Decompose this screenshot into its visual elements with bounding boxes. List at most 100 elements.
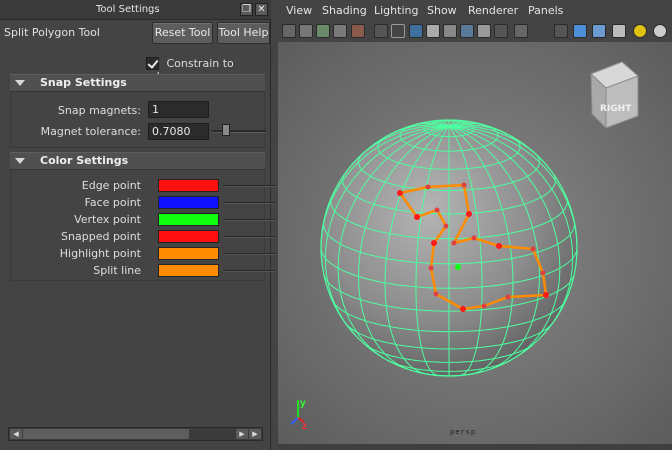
collapse-arrow-icon bbox=[15, 80, 25, 86]
image-plane-icon[interactable] bbox=[333, 24, 347, 38]
axis-x-line bbox=[290, 417, 299, 425]
grid-icon[interactable] bbox=[374, 24, 388, 38]
vertex-point-label: Vertex point bbox=[74, 213, 141, 226]
highlight-point-slider[interactable] bbox=[223, 253, 276, 255]
checker-icon[interactable] bbox=[612, 24, 626, 38]
vertex-point-slider[interactable] bbox=[223, 219, 276, 221]
split-edge-point bbox=[460, 306, 466, 312]
color-settings-title: Color Settings bbox=[40, 154, 129, 167]
split-edge-point bbox=[434, 207, 440, 213]
viewport-panel: View Shading Lighting Show Renderer Pane… bbox=[278, 0, 672, 450]
split-edge-point bbox=[481, 303, 487, 309]
wireframe-icon[interactable] bbox=[409, 24, 423, 38]
axis-z-label: z bbox=[302, 421, 307, 432]
split-edge-point bbox=[466, 211, 472, 217]
magnet-tolerance-label: Magnet tolerance: bbox=[40, 125, 141, 138]
edge-point-slider[interactable] bbox=[223, 185, 276, 187]
magnet-tolerance-slider[interactable] bbox=[212, 130, 266, 133]
menu-shading[interactable]: Shading bbox=[322, 4, 367, 17]
split-edge-point bbox=[505, 294, 511, 300]
xray-icon[interactable] bbox=[514, 24, 528, 38]
face-point-slider[interactable] bbox=[223, 202, 276, 204]
reset-tool-button[interactable]: Reset Tool bbox=[152, 22, 213, 44]
split-edge-point bbox=[461, 182, 467, 188]
face-point-label: Face point bbox=[84, 196, 141, 209]
snapped-point-label: Snapped point bbox=[61, 230, 141, 243]
split-edge-point bbox=[397, 190, 403, 196]
textured-icon[interactable] bbox=[460, 24, 474, 38]
menu-panels[interactable]: Panels bbox=[528, 4, 563, 17]
scroll-right-icon[interactable]: ▶ bbox=[236, 429, 248, 439]
highlight-point-swatch[interactable] bbox=[158, 247, 219, 260]
snapped-point-slider[interactable] bbox=[223, 236, 276, 238]
tool-settings-panel: Tool Settings ❐ ✕ Split Polygon Tool Res… bbox=[0, 0, 276, 450]
menu-view[interactable]: View bbox=[286, 4, 312, 17]
isolate-select-icon[interactable] bbox=[554, 24, 568, 38]
snap-magnets-field[interactable]: 1 bbox=[148, 101, 209, 118]
split-edge-point bbox=[530, 246, 536, 252]
split-line-slider[interactable] bbox=[223, 270, 276, 272]
color-settings-header[interactable]: Color Settings bbox=[10, 152, 265, 170]
scene-canvas[interactable]: yz bbox=[278, 42, 672, 444]
film-gate-icon[interactable] bbox=[391, 24, 405, 38]
split-edge-point bbox=[433, 291, 439, 297]
edge-point-label: Edge point bbox=[81, 179, 141, 192]
wireframe-on-shaded-icon[interactable] bbox=[443, 24, 457, 38]
light-icon[interactable] bbox=[633, 24, 647, 38]
split-edge-point bbox=[431, 240, 437, 246]
snap-magnets-label: Snap magnets: bbox=[57, 104, 141, 117]
axis-y-label: y bbox=[300, 398, 306, 409]
smooth-shade-icon[interactable] bbox=[426, 24, 440, 38]
shadows-icon[interactable] bbox=[494, 24, 508, 38]
viewport-menubar: View Shading Lighting Show Renderer Pane… bbox=[278, 0, 672, 20]
sphere-icon[interactable] bbox=[653, 24, 667, 38]
split-edge-point bbox=[543, 292, 549, 298]
menu-show[interactable]: Show bbox=[427, 4, 457, 17]
tool-settings-title: Tool Settings bbox=[96, 4, 160, 15]
edge-point-swatch[interactable] bbox=[158, 179, 219, 192]
scroll-right-end-icon[interactable]: ▶ bbox=[249, 429, 261, 439]
camera-name-label: persp bbox=[450, 428, 477, 436]
viewport-toolbar bbox=[278, 20, 672, 42]
horizontal-scrollbar[interactable]: ◀ ▶ ▶ bbox=[8, 427, 263, 441]
tool-help-button[interactable]: Tool Help bbox=[217, 22, 270, 44]
split-edge-point bbox=[451, 240, 457, 246]
magnet-tolerance-field[interactable]: 0.7080 bbox=[148, 123, 209, 140]
face-point-swatch[interactable] bbox=[158, 196, 219, 209]
menu-renderer[interactable]: Renderer bbox=[468, 4, 518, 17]
viewcube-label: RIGHT bbox=[600, 104, 632, 114]
split-edge-point bbox=[425, 184, 431, 190]
split-edge-point bbox=[443, 223, 449, 229]
xray-joints-icon[interactable] bbox=[573, 24, 587, 38]
vertex-point-swatch[interactable] bbox=[158, 213, 219, 226]
split-vertex-point bbox=[455, 264, 461, 270]
constrain-to-edges-checkbox[interactable] bbox=[146, 56, 159, 70]
camera-attributes-icon[interactable] bbox=[299, 24, 313, 38]
snap-settings-header[interactable]: Snap Settings bbox=[10, 74, 265, 92]
menu-lighting[interactable]: Lighting bbox=[374, 4, 418, 17]
split-edge-point bbox=[540, 270, 546, 276]
split-edge-point bbox=[471, 235, 477, 241]
scrollbar-thumb[interactable] bbox=[23, 429, 189, 439]
color-settings-body: Edge point Face point Vertex point Snapp… bbox=[10, 170, 276, 281]
float-window-icon[interactable]: ❐ bbox=[240, 3, 253, 16]
select-camera-icon[interactable] bbox=[282, 24, 296, 38]
split-edge-point bbox=[428, 265, 434, 271]
split-edge-point bbox=[414, 214, 420, 220]
snap-settings-body: Snap magnets: 1 Magnet tolerance: 0.7080 bbox=[10, 92, 266, 148]
bookmark-icon[interactable] bbox=[316, 24, 330, 38]
split-line-swatch[interactable] bbox=[158, 264, 219, 277]
scroll-left-icon[interactable]: ◀ bbox=[10, 429, 22, 439]
tool-settings-titlebar: Tool Settings ❐ ✕ bbox=[0, 0, 271, 20]
2d-pan-zoom-icon[interactable] bbox=[351, 24, 365, 38]
snapped-point-swatch[interactable] bbox=[158, 230, 219, 243]
perspective-view[interactable]: yz RIGHT persp bbox=[278, 42, 672, 444]
hud-icon[interactable] bbox=[592, 24, 606, 38]
tool-name-label: Split Polygon Tool bbox=[4, 26, 100, 39]
close-icon[interactable]: ✕ bbox=[255, 3, 268, 16]
split-line-label: Split line bbox=[93, 264, 141, 277]
highlight-point-label: Highlight point bbox=[59, 247, 141, 260]
magnet-tolerance-slider-thumb[interactable] bbox=[221, 124, 230, 136]
use-all-lights-icon[interactable] bbox=[477, 24, 491, 38]
snap-settings-title: Snap Settings bbox=[40, 76, 127, 89]
